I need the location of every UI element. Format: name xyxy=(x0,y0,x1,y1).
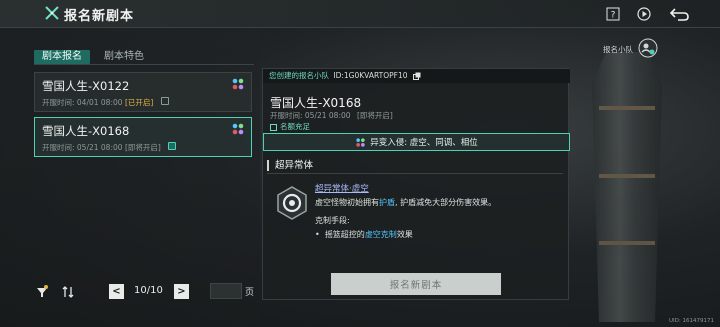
top-bar: 报名新剧本 ? xyxy=(0,0,720,28)
detail-status: [即将开启] xyxy=(357,111,393,120)
script-open-time: 开服时间: 05/21 08:00 xyxy=(42,143,123,152)
team-id: ID:1G0KVARTOPF10 xyxy=(333,71,408,80)
counter-item: • 摇篮超控的虚空克制效果 xyxy=(315,230,413,239)
person-icon xyxy=(168,142,176,150)
page-jump-input[interactable] xyxy=(210,283,242,299)
team-icon[interactable] xyxy=(638,38,658,58)
prev-page-button[interactable]: < xyxy=(109,284,124,299)
team-side-label: 报名小队 xyxy=(603,45,633,54)
uid-label: UID: 161479171 xyxy=(669,318,714,324)
back-button[interactable] xyxy=(668,5,692,23)
page-unit-label: 页 xyxy=(245,288,255,298)
play-icon xyxy=(637,7,651,21)
script-status: [即将开启] xyxy=(125,143,161,152)
script-status: [已开启] xyxy=(125,98,154,107)
slot-text: 名额充足 xyxy=(280,122,310,131)
help-button[interactable]: ? xyxy=(604,5,622,23)
tab-script-register[interactable]: 剧本报名 xyxy=(34,50,90,64)
section-title: 超异常体 xyxy=(267,160,313,171)
sort-button[interactable] xyxy=(60,284,76,300)
help-icon: ? xyxy=(606,7,620,21)
detail-script-name: 雪国人生-X0168 xyxy=(270,96,362,110)
slot-availability: 名额充足 xyxy=(270,121,310,132)
section-divider xyxy=(267,173,563,174)
slot-icon xyxy=(270,123,277,131)
void-anomaly-icon xyxy=(277,186,307,220)
counter-title: 克制手段: xyxy=(315,216,350,225)
svg-text:?: ? xyxy=(611,11,616,21)
next-page-button[interactable]: > xyxy=(174,284,189,299)
register-new-script-button[interactable]: 报名新剧本 xyxy=(331,273,501,295)
script-list-item[interactable]: 雪国人生-X0122 开服时间: 04/01 08:00 [已开启] xyxy=(34,72,252,112)
script-list-item-selected[interactable]: 雪国人生-X0168 开服时间: 05/21 08:00 [即将开启] xyxy=(34,117,252,157)
person-icon xyxy=(161,97,169,105)
copy-icon[interactable] xyxy=(412,72,421,80)
logo-icon xyxy=(45,6,59,20)
script-name: 雪国人生-X0168 xyxy=(42,124,130,138)
background-tower xyxy=(592,52,662,322)
anomaly-invasion-bar: 异变入侵: 虚空、同调、相位 xyxy=(263,133,570,151)
tab-script-features[interactable]: 剧本特色 xyxy=(104,50,144,64)
filter-button[interactable] xyxy=(34,284,50,300)
filter-icon xyxy=(37,285,48,297)
anomaly-name[interactable]: 超异常体·虚空 xyxy=(315,182,369,194)
team-label: 您创建的报名小队 xyxy=(269,71,329,80)
script-detail-panel: 您创建的报名小队 ID:1G0KVARTOPF10 雪国人生-X0168 开服时… xyxy=(262,68,570,300)
anomaly-icon xyxy=(232,123,244,135)
page-indicator: 10/10 xyxy=(134,285,163,296)
detail-open-time: 开服时间: 05/21 08:00 xyxy=(270,111,351,120)
script-open-time: 开服时间: 04/01 08:00 xyxy=(42,98,123,107)
play-button[interactable] xyxy=(635,5,653,23)
script-name: 雪国人生-X0122 xyxy=(42,79,130,93)
anomaly-description: 虚空怪物初始拥有护盾, 护盾减免大部分伤害效果。 xyxy=(315,198,497,207)
page-title: 报名新剧本 xyxy=(64,9,135,24)
back-icon xyxy=(669,8,689,21)
anomaly-icon xyxy=(356,137,365,147)
sort-icon xyxy=(62,286,74,298)
anomaly-text: 异变入侵: 虚空、同调、相位 xyxy=(370,138,478,148)
tab-divider xyxy=(34,64,254,65)
team-info-bar: 您创建的报名小队 ID:1G0KVARTOPF10 xyxy=(263,69,570,83)
anomaly-icon xyxy=(232,78,244,90)
